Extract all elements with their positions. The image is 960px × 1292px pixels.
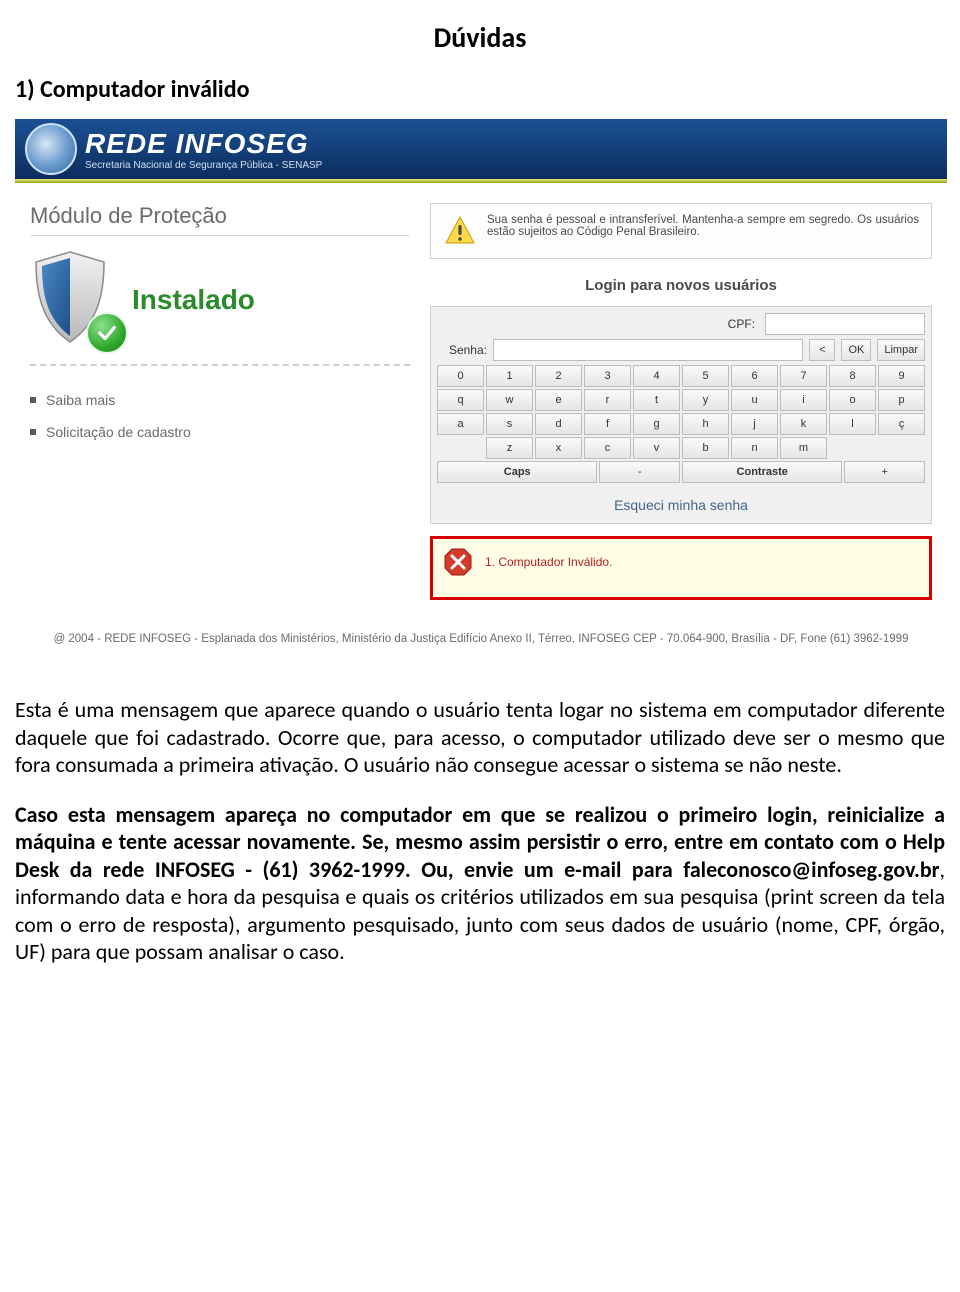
key[interactable]: 3 — [584, 365, 631, 387]
warning-icon — [443, 214, 477, 248]
key[interactable]: 8 — [829, 365, 876, 387]
virtual-keyboard-row4: z x c v b n m — [437, 437, 925, 459]
warning-box: Sua senha é pessoal e intransferível. Ma… — [430, 203, 932, 259]
ok-button[interactable]: OK — [841, 339, 871, 361]
key[interactable]: a — [437, 413, 484, 435]
cpf-label: CPF: — [437, 317, 759, 331]
key[interactable]: b — [682, 437, 729, 459]
plus-button[interactable]: + — [844, 461, 925, 483]
key[interactable]: o — [829, 389, 876, 411]
key[interactable]: c — [584, 437, 631, 459]
embedded-screenshot: REDE INFOSEG Secretaria Nacional de Segu… — [15, 119, 947, 666]
virtual-keyboard-bottom: Caps - Contraste + — [437, 461, 925, 483]
key[interactable]: n — [731, 437, 778, 459]
key[interactable]: 9 — [878, 365, 925, 387]
key[interactable]: 4 — [633, 365, 680, 387]
key[interactable]: 7 — [780, 365, 827, 387]
screenshot-footer: @ 2004 - REDE INFOSEG - Esplanada dos Mi… — [15, 600, 947, 666]
key[interactable]: 5 — [682, 365, 729, 387]
clear-button[interactable]: Limpar — [877, 339, 925, 361]
login-panel: CPF: Senha: < OK Limpar 0 1 2 3 — [430, 306, 932, 524]
key[interactable]: h — [682, 413, 729, 435]
check-icon — [86, 312, 128, 354]
key[interactable]: l — [829, 413, 876, 435]
key[interactable]: 6 — [731, 365, 778, 387]
error-text: 1. Computador Inválido. — [485, 555, 612, 569]
link-saiba-mais[interactable]: Saiba mais — [30, 384, 410, 416]
key[interactable]: u — [731, 389, 778, 411]
key[interactable]: e — [535, 389, 582, 411]
cpf-input[interactable] — [765, 313, 925, 335]
senha-input[interactable] — [493, 339, 803, 361]
key[interactable]: i — [780, 389, 827, 411]
key[interactable]: m — [780, 437, 827, 459]
minus-button[interactable]: - — [599, 461, 680, 483]
module-title: Módulo de Proteção — [30, 203, 410, 236]
question-heading: 1) Computador inválido — [15, 75, 945, 104]
backspace-button[interactable]: < — [809, 339, 835, 361]
logo-subtitle: Secretaria Nacional de Segurança Pública… — [85, 160, 322, 171]
senha-label: Senha: — [437, 343, 487, 357]
key[interactable]: z — [486, 437, 533, 459]
paragraph-2: Caso esta mensagem apareça no computador… — [15, 801, 945, 966]
app-header: REDE INFOSEG Secretaria Nacional de Segu… — [15, 119, 947, 179]
key[interactable]: y — [682, 389, 729, 411]
seal-icon — [25, 123, 77, 175]
logo-text: REDE INFOSEG — [85, 128, 322, 160]
key[interactable]: w — [486, 389, 533, 411]
key[interactable]: k — [780, 413, 827, 435]
error-icon — [443, 547, 473, 577]
key[interactable]: p — [878, 389, 925, 411]
virtual-keyboard-row2: q w e r t y u i o p — [437, 389, 925, 411]
page-title: Dúvidas — [15, 20, 945, 55]
key[interactable]: d — [535, 413, 582, 435]
key[interactable]: x — [535, 437, 582, 459]
divider — [30, 364, 410, 366]
caps-button[interactable]: Caps — [437, 461, 597, 483]
paragraph-2-bold: Caso esta mensagem apareça no computador… — [15, 801, 945, 883]
error-box: 1. Computador Inválido. — [430, 536, 932, 600]
key[interactable]: r — [584, 389, 631, 411]
key[interactable]: j — [731, 413, 778, 435]
key[interactable]: g — [633, 413, 680, 435]
link-solicitacao-cadastro[interactable]: Solicitação de cadastro — [30, 416, 410, 448]
key[interactable]: ç — [878, 413, 925, 435]
key[interactable]: v — [633, 437, 680, 459]
key[interactable]: 1 — [486, 365, 533, 387]
contrast-button[interactable]: Contraste — [682, 461, 842, 483]
virtual-keyboard-row3: a s d f g h j k l ç — [437, 413, 925, 435]
key[interactable]: q — [437, 389, 484, 411]
installed-label: Instalado — [132, 284, 255, 316]
paragraph-1: Esta é uma mensagem que aparece quando o… — [15, 696, 945, 779]
key[interactable]: f — [584, 413, 631, 435]
key[interactable]: 0 — [437, 365, 484, 387]
key[interactable]: s — [486, 413, 533, 435]
key[interactable]: 2 — [535, 365, 582, 387]
virtual-keyboard-row1: 0 1 2 3 4 5 6 7 8 9 — [437, 365, 925, 387]
key[interactable]: t — [633, 389, 680, 411]
warning-text: Sua senha é pessoal e intransferível. Ma… — [487, 214, 919, 238]
login-heading: Login para novos usuários — [430, 277, 932, 294]
forgot-password-link[interactable]: Esqueci minha senha — [437, 489, 925, 517]
